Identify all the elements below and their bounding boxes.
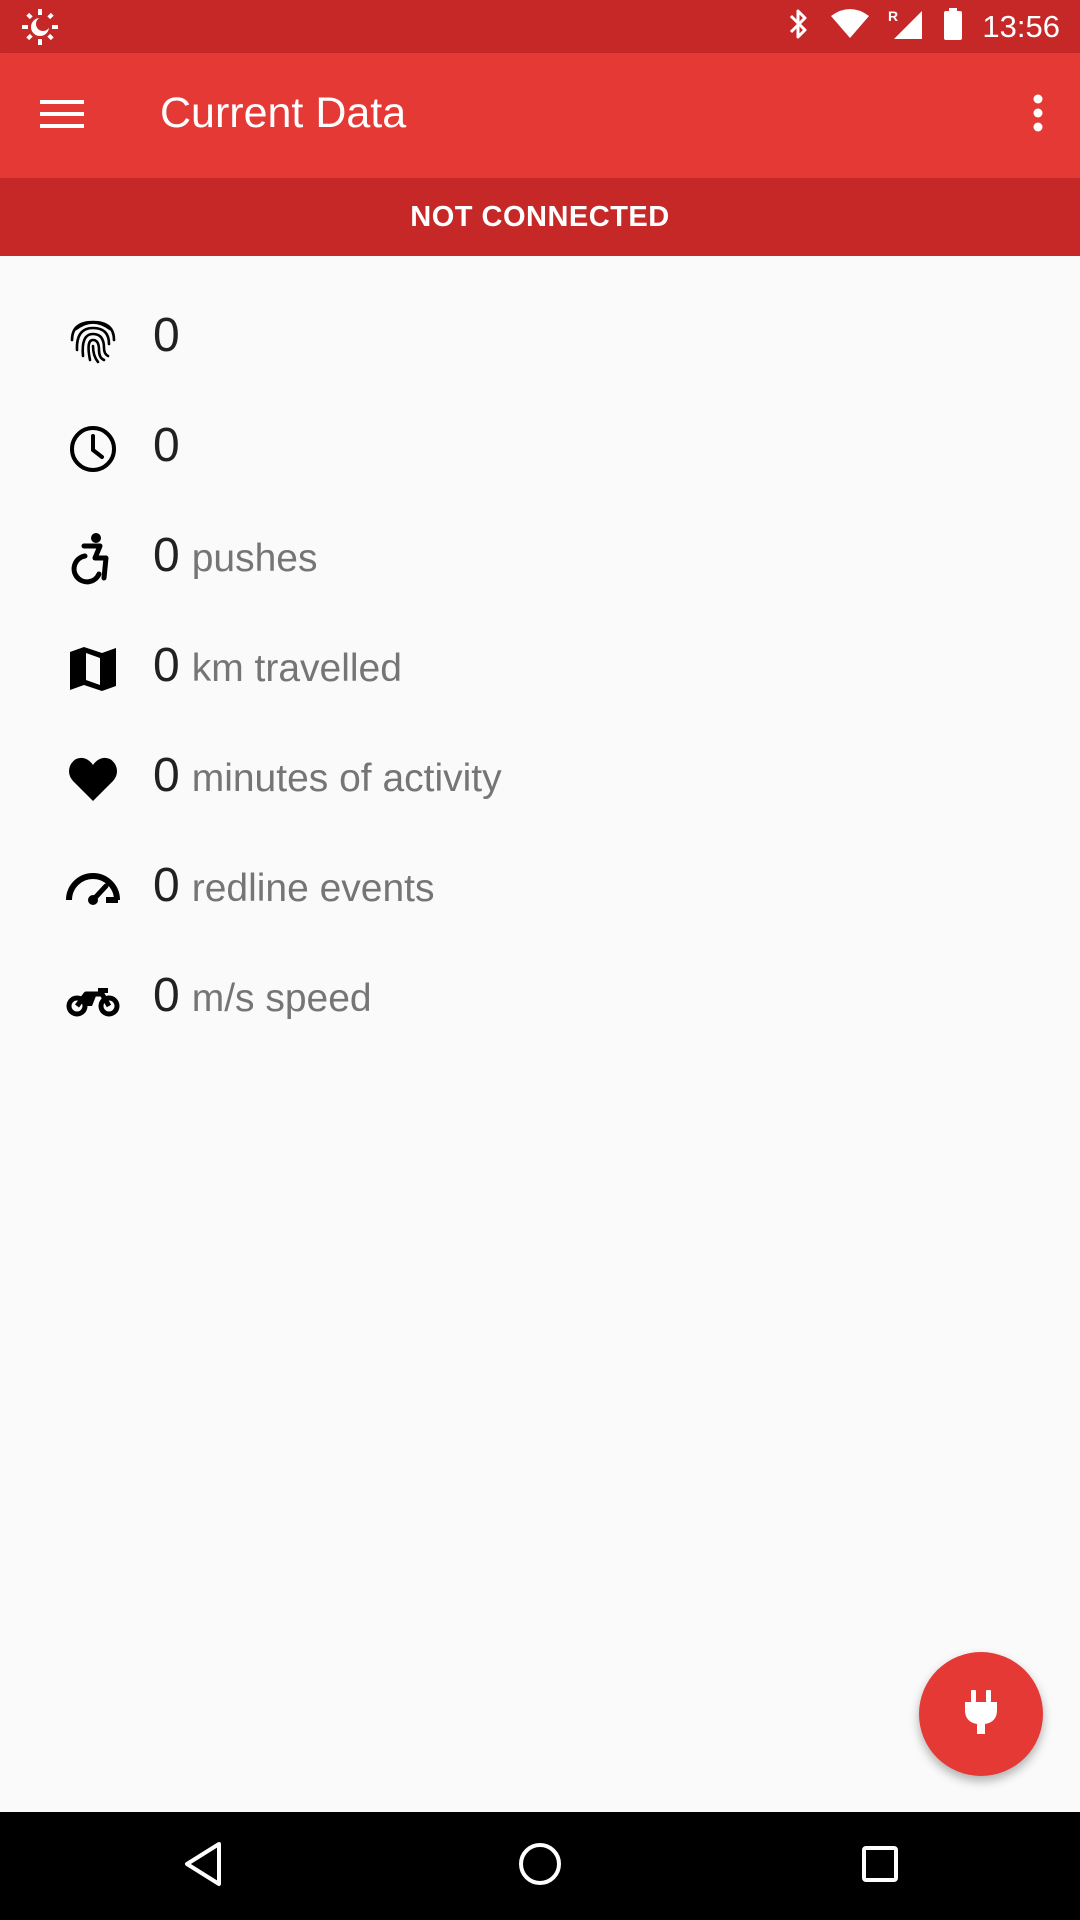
metric-value: 0 <box>153 859 180 912</box>
metric-row-sessions: 0 <box>0 280 1080 390</box>
nav-home-button[interactable] <box>510 1836 570 1896</box>
metric-value: 0 <box>153 639 180 692</box>
bluetooth-icon <box>786 7 812 46</box>
metric-unit: pushes <box>191 537 318 580</box>
metric-value: 0 <box>153 419 180 472</box>
nav-recents-button[interactable] <box>850 1836 910 1896</box>
app-bar: Current Data <box>0 53 1080 178</box>
metric-unit: minutes of activity <box>191 757 502 800</box>
battery-icon <box>942 7 964 46</box>
recents-icon <box>860 1844 900 1889</box>
metric-row-time: 0 <box>0 390 1080 500</box>
connection-status-banner: NOT CONNECTED <box>0 178 1080 256</box>
metric-row-pushes: 0 pushes <box>0 500 1080 610</box>
accessible-icon <box>66 532 120 586</box>
menu-icon <box>40 98 84 135</box>
nav-back-button[interactable] <box>173 1836 233 1896</box>
more-vert-icon <box>1032 94 1044 137</box>
fingerprint-icon <box>66 312 120 366</box>
metric-value: 0 <box>153 749 180 802</box>
connect-button[interactable] <box>919 1652 1043 1776</box>
system-nav-bar <box>0 1812 1080 1920</box>
page-title: Current Data <box>160 89 407 137</box>
connection-status-text: NOT CONNECTED <box>410 200 670 233</box>
brightness-icon <box>20 7 60 47</box>
home-icon <box>517 1841 563 1892</box>
clock-icon <box>66 422 120 476</box>
metric-row-redline: 0 redline events <box>0 830 1080 940</box>
speedometer-icon <box>66 862 120 916</box>
signal-roaming-icon: R <box>888 7 924 46</box>
menu-button[interactable] <box>34 88 90 144</box>
metric-value: 0 <box>153 969 180 1022</box>
status-time: 13:56 <box>982 8 1060 44</box>
map-icon <box>66 642 120 696</box>
metric-unit: km travelled <box>191 647 402 690</box>
status-bar: R 13:56 <box>0 0 1080 53</box>
metric-value: 0 <box>153 309 180 362</box>
metric-unit: redline events <box>191 867 435 910</box>
overflow-menu-button[interactable] <box>1010 85 1066 145</box>
motorbike-icon <box>66 972 120 1026</box>
metric-unit: m/s speed <box>191 977 372 1020</box>
metric-row-distance: 0 km travelled <box>0 610 1080 720</box>
metric-value: 0 <box>153 529 180 582</box>
back-icon <box>181 1840 225 1893</box>
metrics-list: 0 0 0 pushes 0 km travelled 0 minutes of… <box>0 280 1080 1050</box>
wifi-icon <box>830 8 870 45</box>
heart-icon <box>66 752 120 806</box>
metric-row-activity: 0 minutes of activity <box>0 720 1080 830</box>
metric-row-speed: 0 m/s speed <box>0 940 1080 1050</box>
svg-text:R: R <box>888 8 898 24</box>
power-plug-icon <box>961 1688 1001 1741</box>
